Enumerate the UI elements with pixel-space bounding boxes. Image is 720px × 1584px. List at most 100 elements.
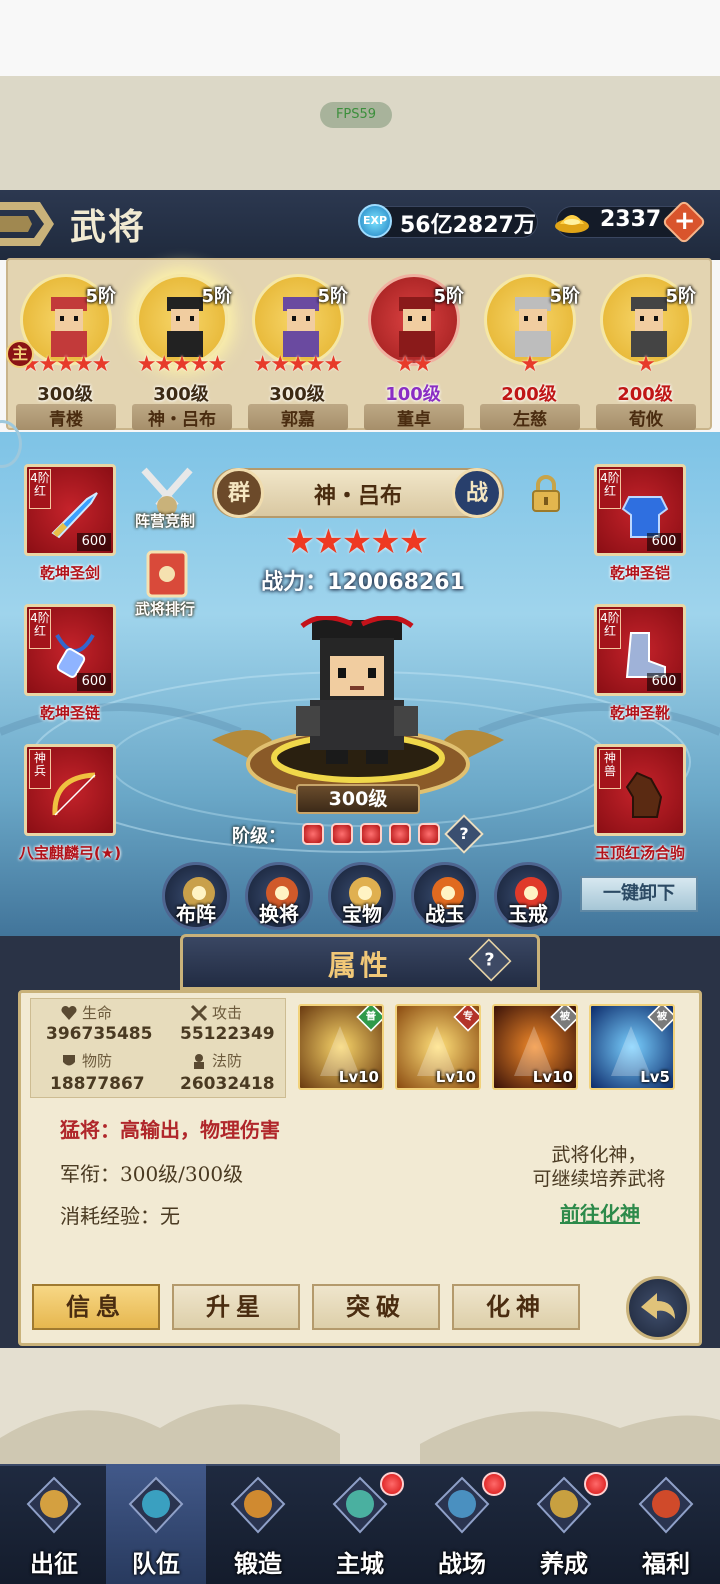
hero-stars: ★ [520, 352, 540, 377]
general-stars: ★★★★★ [284, 522, 429, 562]
nav-item[interactable]: 战场 [412, 1464, 512, 1584]
equip-slot-sword[interactable]: 4阶红 600 [24, 464, 116, 556]
hero-rank: 5阶 [201, 286, 232, 307]
tab-deify[interactable]: 化神 [452, 1284, 580, 1330]
nav-item[interactable]: 福利 [616, 1464, 716, 1584]
combat-power: 战力：120068261 [261, 570, 465, 595]
nav-item[interactable]: 出征 [4, 1464, 104, 1584]
go-deify-link[interactable]: 前往化神 [520, 1198, 680, 1227]
equip-name: 玉顶红汤合驹 [594, 844, 685, 862]
action-label[interactable]: 玉戒 [488, 898, 568, 927]
general-level: 300级 [296, 784, 420, 814]
hero-slot[interactable]: 5阶 ★★★★★ 300级 神・吕布 [128, 260, 234, 430]
hero-rank: 5阶 [665, 286, 696, 307]
hero-stars: ★★★★★ [252, 352, 344, 377]
nav-item[interactable]: 养成 [514, 1464, 614, 1584]
tab-star-up[interactable]: 升星 [172, 1284, 300, 1330]
notification-dot [482, 1472, 506, 1496]
nav-icon [26, 1476, 82, 1534]
nav-label: 锻造 [234, 1549, 282, 1578]
skill-level: Lv10 [338, 1068, 379, 1086]
notification-dot [584, 1472, 608, 1496]
tier-gem-icon [389, 823, 411, 845]
magic-defense-value: 26032418 [180, 1074, 275, 1094]
equip-tier-tag: 神兽 [599, 749, 621, 789]
hero-name: 荀攸 [629, 410, 663, 430]
hero-level: 300级 [269, 384, 325, 405]
heart-icon [61, 1005, 77, 1020]
equip-slot-chain[interactable]: 4阶红 600 [24, 604, 116, 696]
equip-tier-tag: 4阶红 [599, 469, 621, 509]
hero-name: 青楼 [49, 410, 83, 430]
question-icon: ? [459, 824, 469, 843]
tier-gem-icon [302, 823, 324, 845]
nav-icon [128, 1476, 184, 1534]
nav-icon [638, 1476, 694, 1534]
skill-card[interactable]: Lv5 被 [589, 1004, 675, 1090]
horse-icon [625, 771, 663, 818]
nav-item[interactable]: 主城 [310, 1464, 410, 1584]
action-label[interactable]: 战玉 [405, 898, 485, 927]
equip-slot-armor[interactable]: 4阶红 600 [594, 464, 686, 556]
hero-name: 郭嘉 [281, 410, 315, 430]
formation-contest-button[interactable]: 阵营竞制 [120, 510, 210, 531]
skill-card[interactable]: Lv10 被 [492, 1004, 578, 1090]
hero-name: 神・吕布 [148, 410, 216, 430]
equip-slot-horse[interactable]: 神兽 [594, 744, 686, 836]
skill-card[interactable]: Lv10 普 [298, 1004, 384, 1090]
gold-ingot-icon [555, 215, 589, 233]
tier-gem-icon [418, 823, 440, 845]
equip-count: 600 [77, 673, 111, 691]
plus-icon: + [673, 206, 696, 237]
nav-icon [230, 1476, 286, 1534]
back-arrow-icon [641, 1293, 675, 1319]
general-type: 猛将：高输出，物理伤害 [60, 1118, 280, 1142]
tab-info[interactable]: 信息 [32, 1284, 160, 1330]
nav-item[interactable]: 队伍 [106, 1464, 206, 1584]
tab-breakthrough[interactable]: 突破 [312, 1284, 440, 1330]
hero-stars: ★ [636, 352, 656, 377]
equip-count: 600 [647, 533, 681, 551]
action-label[interactable]: 布阵 [156, 898, 236, 927]
skill-type-text: 普 [365, 1010, 377, 1023]
hero-slot[interactable]: 5阶 ★★ 100级 董卓 [360, 260, 466, 430]
question-icon: ? [484, 950, 495, 971]
action-label[interactable]: 换将 [239, 898, 319, 927]
hero-slot[interactable]: 5阶 ★★★★★ 300级 郭嘉 [244, 260, 350, 430]
ranking-scroll-icon[interactable] [136, 546, 198, 606]
lock-icon[interactable] [530, 474, 562, 514]
nav-label: 队伍 [132, 1549, 180, 1578]
attack-value: 55122349 [180, 1024, 275, 1044]
equip-slot-bow[interactable]: 神兵 [24, 744, 116, 836]
cloud-ornament-icon [0, 202, 54, 246]
physical-defense-value: 18877867 [50, 1074, 145, 1094]
skill-type-text: 被 [656, 1010, 668, 1023]
back-button[interactable] [626, 1276, 690, 1340]
equip-name: 八宝麒麟弓(★) [18, 844, 122, 862]
skill-type-text: 专 [462, 1010, 474, 1023]
nav-label: 战场 [438, 1549, 486, 1578]
hero-rank: 5阶 [549, 286, 580, 307]
deify-hint: 可继续培养武将 [532, 1168, 666, 1190]
top-backdrop [0, 76, 720, 190]
attack-label: 攻击 [212, 1004, 243, 1022]
main-hero-badge: 主 [6, 340, 34, 368]
equip-name: 乾坤圣靴 [609, 704, 670, 722]
general-rank-button[interactable]: 武将排行 [120, 598, 210, 619]
physical-defense-label: 物防 [82, 1052, 113, 1070]
action-label[interactable]: 宝物 [322, 898, 402, 927]
nav-item[interactable]: 锻造 [208, 1464, 308, 1584]
page-title: 武将 [70, 206, 147, 248]
equip-count: 600 [77, 533, 111, 551]
hero-level: 100级 [385, 384, 441, 405]
unequip-all-button[interactable]: 一键卸下 [580, 876, 698, 912]
fps-counter: FPS59 [320, 102, 392, 128]
faction-badge: 群 [214, 468, 264, 518]
hero-slot[interactable]: 5阶 ★ 200级 荀攸 [592, 260, 698, 430]
hero-slot[interactable]: 5阶 ★ 200级 左慈 [476, 260, 582, 430]
equip-slot-boots[interactable]: 4阶红 600 [594, 604, 686, 696]
skill-type-text: 被 [559, 1010, 571, 1023]
nav-label: 养成 [540, 1549, 588, 1578]
deify-hint: 武将化神， [551, 1144, 647, 1166]
skill-card[interactable]: Lv10 专 [395, 1004, 481, 1090]
